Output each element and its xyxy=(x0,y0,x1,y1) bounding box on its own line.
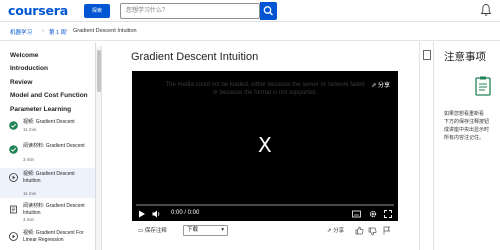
video-player[interactable]: The media could not be loaded, either be… xyxy=(132,71,398,221)
top-bar: coursera 探索 您想学习什么？ xyxy=(0,0,500,22)
play-icon xyxy=(9,232,18,241)
breadcrumb-week[interactable]: 第 1 周 xyxy=(49,28,66,36)
explore-button[interactable]: 探索 xyxy=(84,4,110,18)
sidebar-item-title: 阅读材料: Gradient Descent Intuition xyxy=(23,203,85,216)
save-notes-icon: ▭ xyxy=(138,228,144,234)
flag-icon[interactable] xyxy=(382,226,391,235)
scrollbar-thumb[interactable] xyxy=(97,50,101,92)
chevron-down-icon: ▾ xyxy=(221,227,224,233)
sidebar-item-duration: 11 min xyxy=(23,127,37,132)
save-notes-label: 保存注释 xyxy=(144,228,167,234)
sidebar-item-gradient-descent-intuition-reading[interactable]: 阅读材料: Gradient Descent Intuition 3 min xyxy=(0,200,95,230)
video-progress-bar[interactable] xyxy=(136,204,394,206)
close-icon: X xyxy=(258,133,272,157)
notes-panel-text: 如果您想看重新看 下方的保存注释按钮 成讲座中央出显示时 所有内容注记住。 xyxy=(444,111,490,141)
thumbs-up-icon[interactable] xyxy=(355,226,364,235)
video-share-button[interactable]: ⇗ 分享 xyxy=(371,80,390,89)
share-label: 分享 xyxy=(333,228,345,234)
play-icon xyxy=(9,173,18,182)
course-sidebar: Welcome Introduction Review Model and Co… xyxy=(0,42,96,250)
share-button[interactable]: ⇗ 分享 xyxy=(327,226,344,234)
search-icon xyxy=(263,6,273,16)
search-input[interactable]: 您想学习什么？ xyxy=(120,3,260,19)
breadcrumb-separator: › xyxy=(42,28,44,34)
section-review[interactable]: Review xyxy=(10,79,32,86)
bell-icon[interactable] xyxy=(480,3,492,17)
sidebar-item-gradient-descent-intuition[interactable]: 视频: Gradient Descent Intuition 11 min xyxy=(0,168,95,198)
breadcrumb-current: Gradient Descent Intuition xyxy=(73,28,137,34)
reading-icon xyxy=(10,205,17,214)
settings-gear-icon[interactable] xyxy=(369,210,377,218)
sidebar-item-title: 视频: Gradient Descent xyxy=(23,119,75,125)
search-button[interactable] xyxy=(260,2,277,20)
download-label: 下载 xyxy=(187,227,199,233)
thumbs-down-icon[interactable] xyxy=(368,227,377,236)
sidebar-item-duration: 11 min xyxy=(23,191,37,196)
coursera-logo[interactable]: coursera xyxy=(8,3,68,18)
check-icon xyxy=(9,121,18,130)
section-model-cost[interactable]: Model and Cost Function xyxy=(10,92,88,99)
right-tool-rail xyxy=(419,42,434,250)
notes-document-icon[interactable] xyxy=(423,50,431,60)
video-time: 0:00 / 0:00 xyxy=(171,210,200,216)
sidebar-item-duration: 3 min xyxy=(23,217,35,222)
breadcrumb-course[interactable]: 机器学习 xyxy=(10,28,32,36)
download-select[interactable]: 下载 ▾ xyxy=(183,225,228,236)
breadcrumb: 机器学习 › 第 1 周 › Gradient Descent Intuitio… xyxy=(0,23,500,41)
save-notes-button[interactable]: ▭ 保存注释 xyxy=(138,226,167,234)
media-error-message: The media could not be loaded, either be… xyxy=(165,82,365,96)
play-button[interactable] xyxy=(138,210,146,218)
breadcrumb-separator: › xyxy=(66,28,68,34)
sidebar-item-title: 阅读材料: Gradient Descent xyxy=(23,143,85,149)
page-title: Gradient Descent Intuition xyxy=(131,51,259,63)
share-icon: ⇗ xyxy=(371,83,377,89)
video-share-label: 分享 xyxy=(377,83,390,89)
sidebar-item-duration: 3 min xyxy=(23,157,35,162)
volume-icon[interactable] xyxy=(152,210,161,218)
section-introduction[interactable]: Introduction xyxy=(10,65,48,72)
section-parameter-learning[interactable]: Parameter Learning xyxy=(10,106,71,113)
captions-icon[interactable] xyxy=(352,210,361,218)
sidebar-item-title: 视频: Gradient Descent Intuition xyxy=(23,171,75,184)
notes-clipboard-icon xyxy=(475,76,491,96)
notes-panel-title: 注意事项 xyxy=(444,51,486,63)
check-icon xyxy=(9,145,18,154)
sidebar-item-gradient-descent-reading[interactable]: 阅读材料: Gradient Descent 3 min xyxy=(0,140,95,170)
fullscreen-icon[interactable] xyxy=(384,210,392,218)
sidebar-item-gradient-descent-linear-regression[interactable]: 视频: Gradient Descent For Linear Regressi… xyxy=(0,227,95,250)
sidebar-item-title: 视频: Gradient Descent For Linear Regressi… xyxy=(23,230,84,243)
section-welcome[interactable]: Welcome xyxy=(10,52,38,59)
share-icon: ⇗ xyxy=(327,228,332,234)
sidebar-scrollbar[interactable] xyxy=(96,46,102,250)
